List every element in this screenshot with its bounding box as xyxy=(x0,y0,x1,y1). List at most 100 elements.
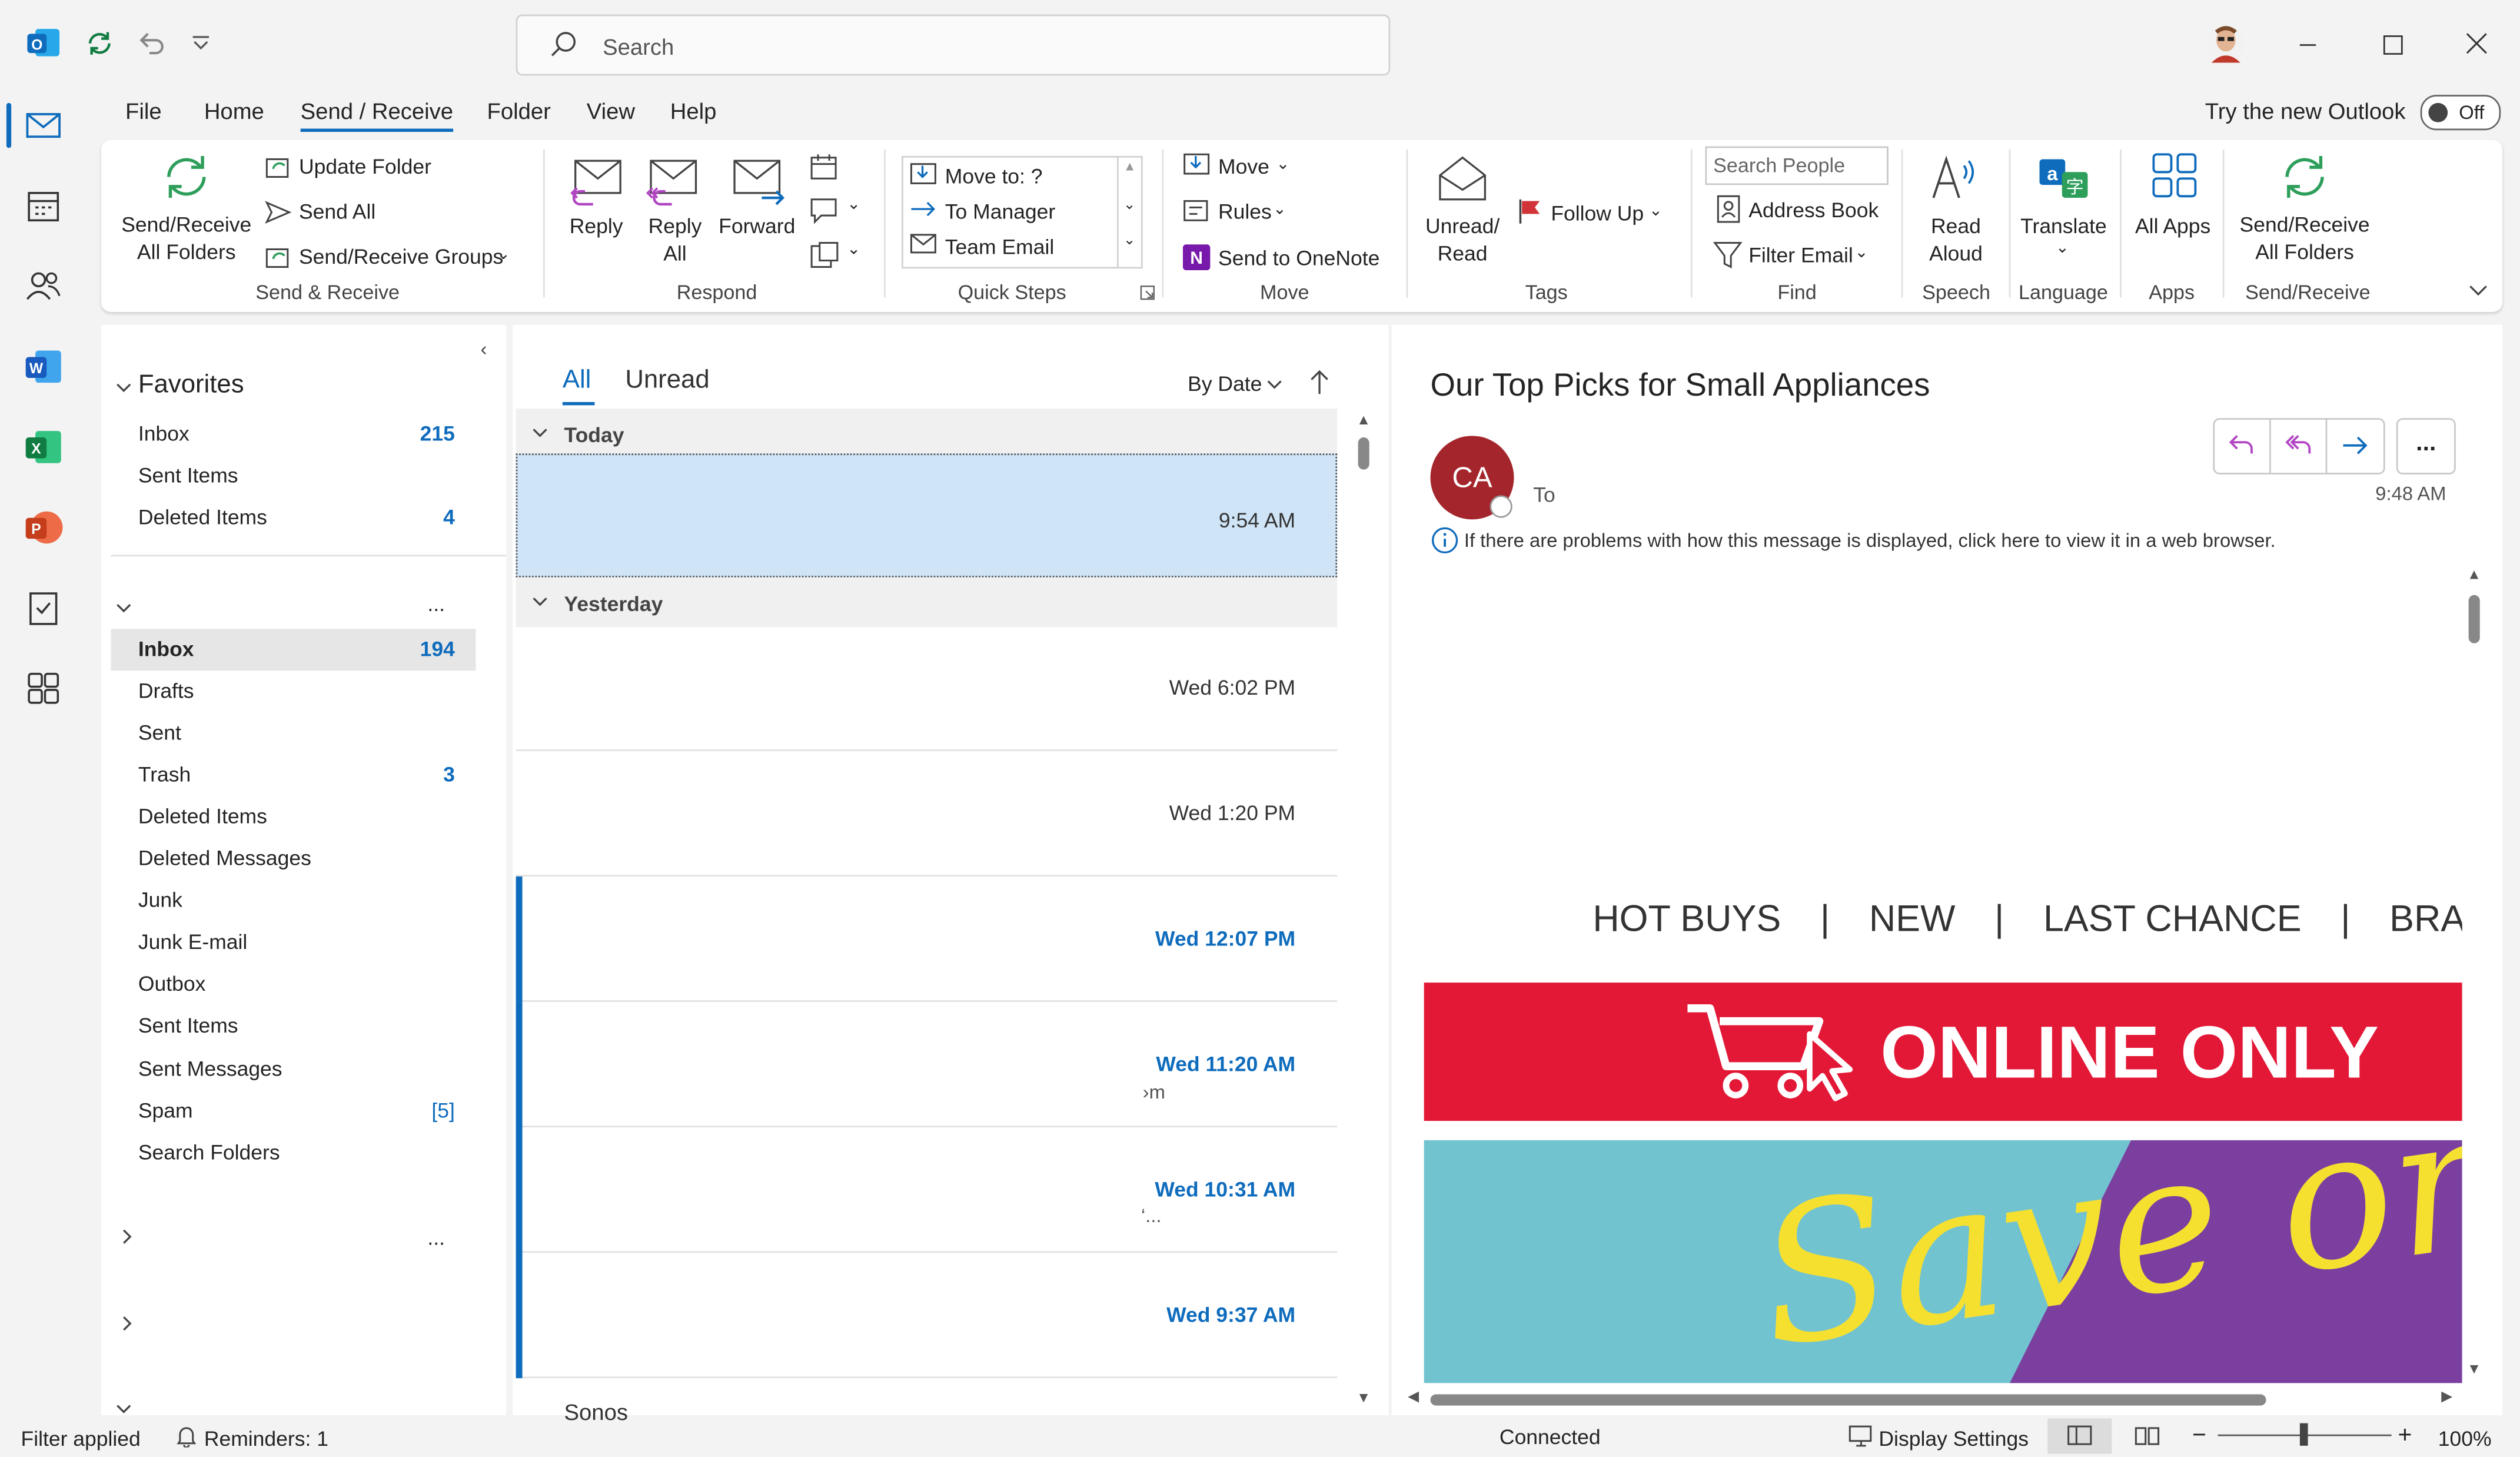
message-row-unread[interactable]: Wed 11:20 AM ›m xyxy=(516,1001,1338,1127)
chevron-down-icon[interactable] xyxy=(114,378,134,397)
tab-folder[interactable]: Folder xyxy=(487,98,550,124)
search-input[interactable]: Search xyxy=(516,14,1391,76)
favorite-deleted-items[interactable]: Deleted Items xyxy=(138,505,267,529)
group-header-yesterday[interactable]: Yesterday xyxy=(516,577,1338,628)
group-header-today[interactable]: Today xyxy=(516,408,1338,459)
reading-view-icon[interactable] xyxy=(2135,1425,2160,1447)
tab-help[interactable]: Help xyxy=(670,98,717,124)
scrollbar-thumb[interactable] xyxy=(1358,437,1369,470)
message-list-scrollbar[interactable]: ▲ ▼ xyxy=(1353,411,1375,1412)
hscrollbar-thumb[interactable] xyxy=(1430,1394,2266,1406)
sort-by-date-button[interactable]: By Date xyxy=(1188,371,1262,396)
message-row[interactable]: Wed 6:02 PM xyxy=(516,626,1338,751)
message-row-selected[interactable]: 9:54 AM xyxy=(516,453,1338,578)
quick-step-to-manager[interactable]: To Manager xyxy=(945,200,1055,224)
zoom-level[interactable]: 100% xyxy=(2438,1426,2492,1451)
word-icon[interactable]: W xyxy=(21,344,66,389)
send-receive-groups-button[interactable]: Send/Receive Groups xyxy=(299,244,503,268)
im-reply-icon[interactable] xyxy=(809,195,841,227)
save-on-promo[interactable]: Save on xyxy=(1424,1140,2462,1383)
reply-all-action-button[interactable] xyxy=(2269,418,2329,474)
account-2-more-button[interactable]: ... xyxy=(427,1226,445,1250)
folder-inbox[interactable]: Inbox xyxy=(138,637,194,661)
zoom-in-button[interactable]: + xyxy=(2398,1422,2412,1449)
powerpoint-icon[interactable]: P xyxy=(21,505,66,550)
mail-icon[interactable] xyxy=(21,103,66,148)
nav-last-chance[interactable]: LAST CHANCE xyxy=(2043,897,2302,939)
tab-send-receive[interactable]: Send / Receive xyxy=(300,98,453,132)
folder-sent-messages[interactable]: Sent Messages xyxy=(138,1057,282,1081)
send-receive-all-folders-button[interactable]: Send/Receive All Folders xyxy=(114,211,259,265)
send-receive-all-folders-button-2[interactable]: Send/Receive All Folders xyxy=(2232,211,2377,265)
tab-home[interactable]: Home xyxy=(204,98,264,124)
search-people-input[interactable]: Search People xyxy=(1705,146,1889,185)
maximize-icon[interactable] xyxy=(2380,32,2406,58)
tab-view[interactable]: View xyxy=(587,98,635,124)
nav-brands[interactable]: BRANDS xyxy=(2389,897,2462,939)
filter-all-tab[interactable]: All xyxy=(563,367,591,396)
profile-avatar[interactable] xyxy=(2205,22,2247,64)
calendar-icon[interactable] xyxy=(21,183,66,228)
quick-step-move-to[interactable]: Move to: ? xyxy=(945,164,1043,188)
meeting-icon[interactable] xyxy=(809,151,841,184)
chevron-right-icon[interactable] xyxy=(117,1227,137,1246)
sort-direction-arrow-icon[interactable] xyxy=(1308,369,1331,397)
send-all-button[interactable]: Send All xyxy=(299,200,375,224)
chevron-down-icon[interactable] xyxy=(114,598,134,618)
forward-action-button[interactable] xyxy=(2325,418,2385,474)
close-icon[interactable] xyxy=(2464,31,2489,57)
minimize-icon[interactable] xyxy=(2295,32,2321,58)
reminders-button[interactable]: Reminders: 1 xyxy=(204,1426,328,1451)
reply-action-button[interactable] xyxy=(2213,418,2273,474)
customize-toolbar-icon[interactable] xyxy=(190,32,212,55)
reading-pane-scrollbar[interactable]: ▲ ▼ xyxy=(2464,566,2486,1386)
filter-email-button[interactable]: Filter Email xyxy=(1748,243,1853,267)
zoom-out-button[interactable]: − xyxy=(2192,1422,2206,1449)
scrollbar-thumb[interactable] xyxy=(2468,595,2480,643)
folder-deleted-messages[interactable]: Deleted Messages xyxy=(138,846,311,870)
undo-icon[interactable] xyxy=(135,27,167,59)
nav-new[interactable]: NEW xyxy=(1869,897,1956,939)
more-apps-icon[interactable] xyxy=(21,666,66,711)
filter-unread-tab[interactable]: Unread xyxy=(625,367,709,396)
excel-icon[interactable]: X xyxy=(21,424,66,469)
favorite-sent-items[interactable]: Sent Items xyxy=(138,463,238,487)
account-more-button[interactable]: ... xyxy=(427,592,445,616)
nav-hot-buys[interactable]: HOT BUYS xyxy=(1593,897,1781,939)
folder-sent-items[interactable]: Sent Items xyxy=(138,1013,238,1037)
rules-button[interactable]: Rules xyxy=(1218,200,1272,224)
folder-outbox[interactable]: Outbox xyxy=(138,971,205,995)
all-apps-button[interactable]: All Apps xyxy=(2133,213,2213,240)
view-in-browser-infobar[interactable]: If there are problems with how this mess… xyxy=(1464,529,2276,552)
online-only-banner[interactable]: ONLINE ONLY xyxy=(1424,983,2462,1121)
tab-file[interactable]: File xyxy=(125,98,162,124)
read-aloud-button[interactable]: Read Aloud xyxy=(1911,213,2001,267)
tasks-icon[interactable] xyxy=(21,585,66,630)
more-actions-button[interactable]: ... xyxy=(2396,418,2456,474)
update-folder-button[interactable]: Update Folder xyxy=(299,154,431,178)
favorites-header[interactable]: Favorites xyxy=(138,371,244,400)
quick-steps-scroller[interactable]: ▲ ⌄ ⌄ xyxy=(1116,157,1141,267)
folder-junk[interactable]: Junk xyxy=(138,888,182,912)
send-to-onenote-button[interactable]: Send to OneNote xyxy=(1218,246,1379,270)
folder-sent[interactable]: Sent xyxy=(138,721,181,745)
unread-read-button[interactable]: Unread/ Read xyxy=(1414,213,1511,267)
zoom-slider-thumb[interactable] xyxy=(2299,1423,2308,1446)
more-respond-icon[interactable] xyxy=(809,240,841,272)
reply-all-button[interactable]: Reply All xyxy=(636,213,713,267)
message-row[interactable]: Wed 1:20 PM xyxy=(516,751,1338,877)
address-book-button[interactable]: Address Book xyxy=(1748,198,1879,222)
new-outlook-toggle[interactable]: Off xyxy=(2420,95,2501,131)
message-row-unread[interactable]: Wed 12:07 PM xyxy=(516,876,1338,1002)
folder-drafts[interactable]: Drafts xyxy=(138,679,194,703)
reply-button[interactable]: Reply xyxy=(556,213,637,240)
dialog-launcher-icon[interactable] xyxy=(1139,285,1155,301)
follow-up-button[interactable]: Follow Up xyxy=(1551,201,1644,225)
folder-trash[interactable]: Trash xyxy=(138,762,191,786)
chevron-right-icon[interactable] xyxy=(117,1314,137,1333)
quick-step-team-email[interactable]: Team Email xyxy=(945,235,1054,259)
folder-search-folders[interactable]: Search Folders xyxy=(138,1140,280,1164)
folder-junk-email[interactable]: Junk E-mail xyxy=(138,930,247,954)
ribbon-expand-chevron-icon[interactable] xyxy=(2467,278,2489,301)
translate-button[interactable]: Translate xyxy=(2014,213,2113,240)
